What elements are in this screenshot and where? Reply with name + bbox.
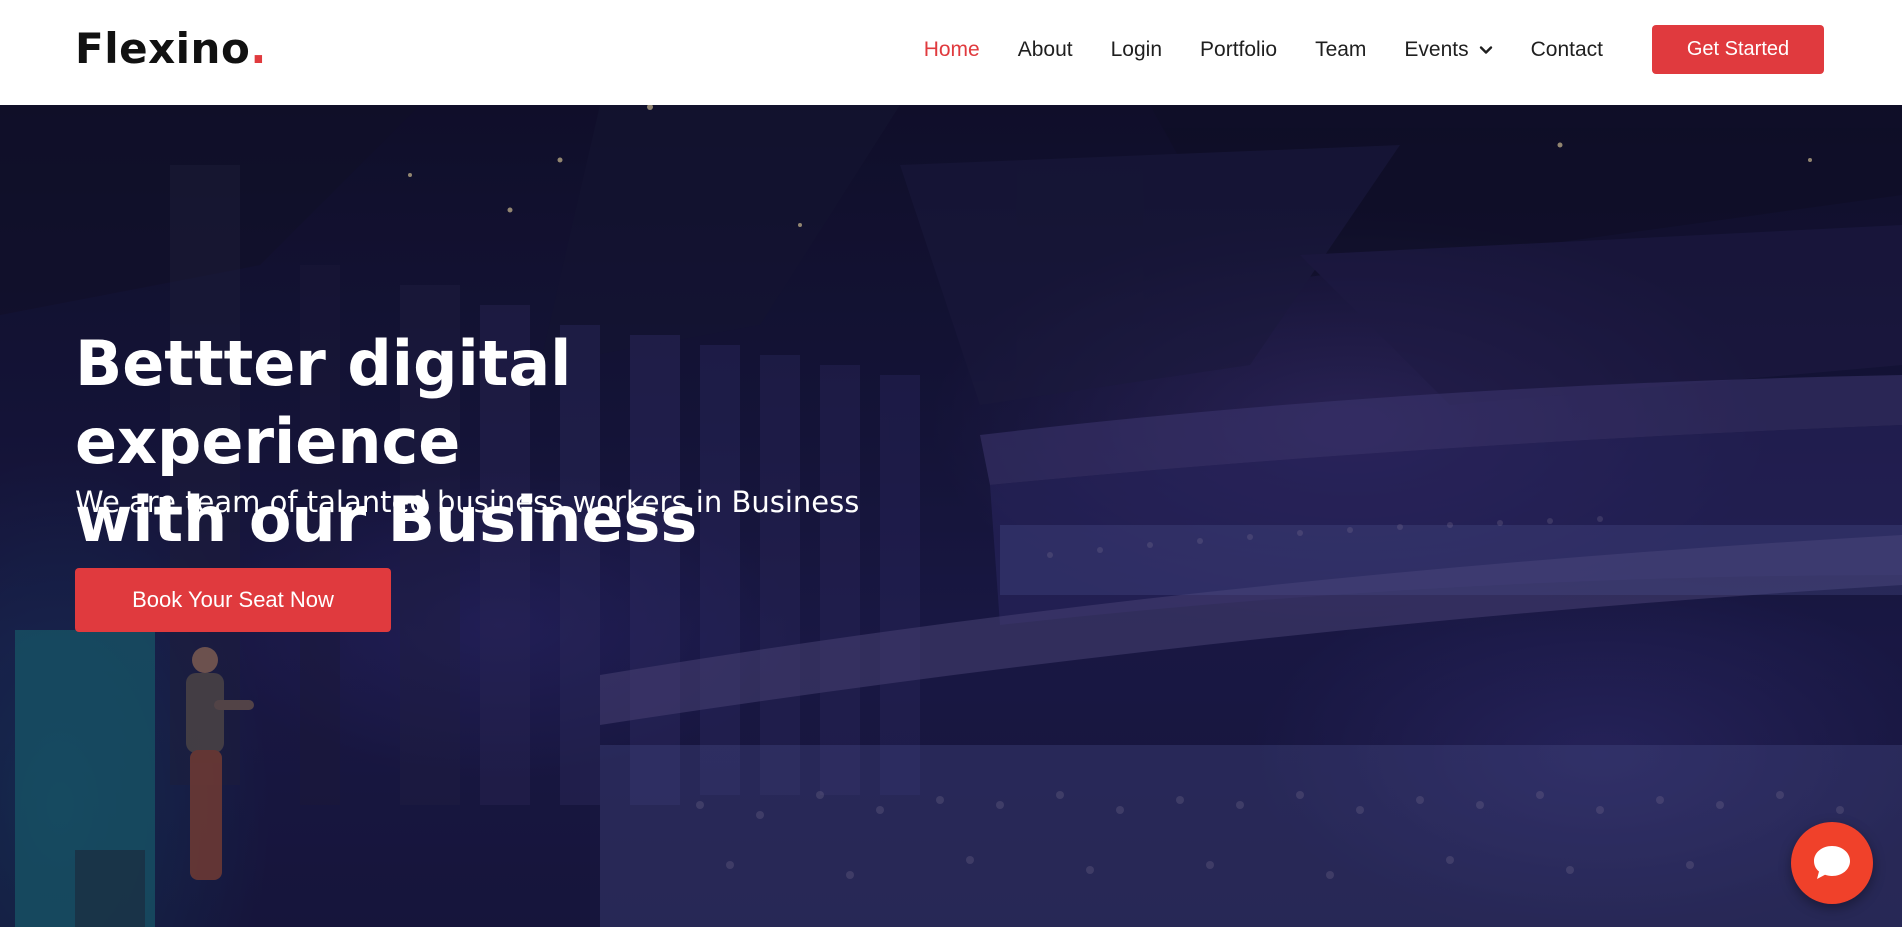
nav-item-label: Events: [1404, 38, 1469, 61]
nav-item-label: Login: [1110, 38, 1163, 61]
hero-title: Bettter digital experience with our Busi…: [75, 325, 975, 559]
nav-item-portfolio[interactable]: Portfolio: [1181, 38, 1296, 62]
book-seat-button[interactable]: Book Your Seat Now: [75, 568, 391, 632]
nav-item-team[interactable]: Team: [1296, 38, 1385, 62]
chevron-down-icon: [1479, 46, 1492, 54]
chat-widget-button[interactable]: [1791, 822, 1873, 904]
hero-subtitle: We are team of talanted business workers…: [75, 485, 860, 519]
hero-section: Bettter digital experience with our Busi…: [0, 105, 1902, 927]
nav-item-label: Team: [1315, 38, 1367, 61]
get-started-button[interactable]: Get Started: [1652, 25, 1824, 74]
nav-item-label: Home: [923, 38, 980, 61]
nav-item-contact[interactable]: Contact: [1512, 38, 1622, 62]
chat-bubble-icon: [1814, 846, 1850, 879]
brand-name: Flexino: [75, 24, 251, 73]
brand-dot: .: [250, 24, 267, 73]
brand-logo[interactable]: Flexino.: [75, 22, 267, 76]
nav-item-home[interactable]: Home: [905, 38, 999, 62]
nav-item-events[interactable]: Events: [1385, 38, 1511, 62]
hero-title-line1: Bettter digital experience: [75, 327, 572, 478]
main-nav: Home About Login Portfolio Team Events C…: [905, 0, 1622, 100]
nav-item-label: About: [1017, 38, 1073, 61]
nav-item-label: Contact: [1530, 38, 1603, 61]
nav-item-login[interactable]: Login: [1092, 38, 1181, 62]
nav-item-label: Portfolio: [1200, 38, 1278, 61]
site-header: Flexino. Home About Login Portfolio Team…: [0, 0, 1902, 105]
nav-item-about[interactable]: About: [999, 38, 1092, 62]
